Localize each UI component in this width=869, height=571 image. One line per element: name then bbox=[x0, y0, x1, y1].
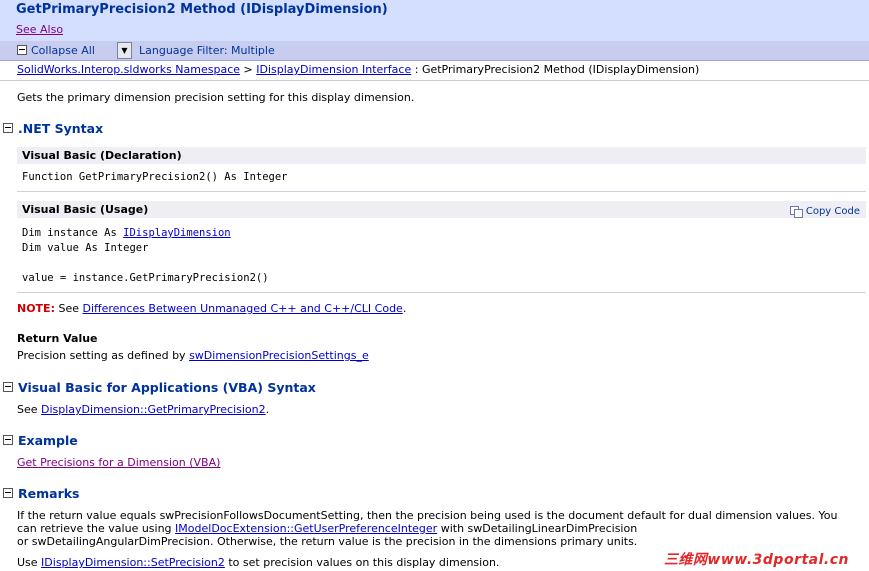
breadcrumb-interface-link[interactable]: IDisplayDimension Interface bbox=[256, 63, 411, 76]
precision-settings-link[interactable]: swDimensionPrecisionSettings_e bbox=[189, 349, 369, 362]
section-remarks[interactable]: Remarks bbox=[3, 486, 79, 501]
code-header-usage: Visual Basic (Usage) Copy Code bbox=[17, 201, 866, 218]
collapse-icon bbox=[17, 45, 27, 55]
differences-link[interactable]: Differences Between Unmanaged C++ and C+… bbox=[83, 302, 403, 315]
breadcrumb: SolidWorks.Interop.sldworks Namespace > … bbox=[17, 63, 699, 76]
code-text: Dim instance As bbox=[22, 227, 124, 239]
summary-text: Gets the primary dimension precision set… bbox=[17, 91, 415, 104]
set-precision-link[interactable]: IDisplayDimension::SetPrecision2 bbox=[41, 556, 225, 569]
page-title: GetPrimaryPrecision2 Method (IDisplayDim… bbox=[16, 2, 388, 17]
section-heading: Example bbox=[18, 433, 78, 448]
get-user-preference-link[interactable]: IModelDocExtension::GetUserPreferenceInt… bbox=[175, 522, 437, 535]
code-label: Visual Basic (Declaration) bbox=[22, 149, 182, 162]
section-example[interactable]: Example bbox=[3, 433, 78, 448]
collapse-all-label: Collapse All bbox=[31, 44, 95, 57]
note-suffix: . bbox=[402, 302, 407, 315]
breadcrumb-separator: > bbox=[243, 63, 253, 76]
chevron-down-icon: ▼ bbox=[121, 46, 128, 55]
return-value-prefix: Precision setting as defined by bbox=[17, 349, 190, 362]
collapse-icon bbox=[3, 435, 13, 445]
remarks-line: can retrieve the value using IModelDocEx… bbox=[17, 522, 869, 535]
section-net-syntax[interactable]: .NET Syntax bbox=[3, 121, 103, 136]
divider bbox=[0, 80, 869, 81]
remarks-text-part: to set precision values on this display … bbox=[224, 556, 500, 569]
divider bbox=[17, 191, 866, 192]
remarks-text: If the return value equals swPrecisionFo… bbox=[17, 509, 869, 548]
return-value-title: Return Value bbox=[17, 332, 98, 345]
section-heading: Remarks bbox=[18, 486, 80, 501]
breadcrumb-namespace-link[interactable]: SolidWorks.Interop.sldworks Namespace bbox=[17, 63, 240, 76]
collapse-icon bbox=[3, 123, 13, 133]
example-text: Get Precisions for a Dimension (VBA) bbox=[17, 456, 220, 469]
code-usage-line-1: Dim instance As IDisplayDimension bbox=[22, 226, 231, 241]
divider bbox=[17, 292, 866, 293]
breadcrumb-current: : GetPrimaryPrecision2 Method (IDisplayD… bbox=[414, 63, 700, 76]
copy-code-button[interactable]: Copy Code bbox=[789, 204, 860, 218]
code-usage-line-3: value = instance.GetPrimaryPrecision2() bbox=[22, 272, 269, 284]
note-label: NOTE: bbox=[17, 302, 55, 315]
note-text: See bbox=[54, 302, 83, 315]
title-bar: GetPrimaryPrecision2 Method (IDisplayDim… bbox=[0, 0, 869, 42]
language-filter-dropdown[interactable]: ▼ bbox=[117, 42, 132, 59]
idisplaydimension-link[interactable]: IDisplayDimension bbox=[123, 227, 230, 239]
collapse-icon bbox=[3, 382, 13, 392]
vba-suffix: . bbox=[265, 403, 270, 416]
note: NOTE: See Differences Between Unmanaged … bbox=[17, 302, 406, 315]
collapse-icon bbox=[3, 488, 13, 498]
section-vba-syntax[interactable]: Visual Basic for Applications (VBA) Synt… bbox=[3, 380, 316, 395]
code-usage-line-2: Dim value As Integer bbox=[22, 242, 149, 254]
section-heading: .NET Syntax bbox=[18, 121, 104, 136]
language-filter-label[interactable]: Language Filter: Multiple bbox=[139, 44, 275, 57]
return-value-text: Precision setting as defined by swDimens… bbox=[17, 349, 369, 362]
collapse-all-button[interactable]: Collapse All bbox=[17, 44, 95, 57]
remarks-line: If the return value equals swPrecisionFo… bbox=[17, 509, 838, 522]
code-header-declaration: Visual Basic (Declaration) bbox=[17, 147, 866, 164]
remarks-text-part: can retrieve the value using bbox=[17, 522, 176, 535]
copy-code-label: Copy Code bbox=[805, 206, 860, 217]
toolbar: Collapse All ▼ Language Filter: Multiple bbox=[0, 41, 869, 61]
section-heading: Visual Basic for Applications (VBA) Synt… bbox=[18, 380, 316, 395]
watermark: 三维网www.3dportal.cn bbox=[663, 552, 849, 568]
remarks-text-part: with swDetailingLinearDimPrecision bbox=[437, 522, 638, 535]
vba-prefix: See bbox=[17, 403, 42, 416]
code-label: Visual Basic (Usage) bbox=[22, 203, 149, 216]
remarks-use-text: Use IDisplayDimension::SetPrecision2 to … bbox=[17, 556, 499, 569]
code-declaration: Function GetPrimaryPrecision2() As Integ… bbox=[22, 171, 288, 183]
remarks-text-part: Use bbox=[17, 556, 42, 569]
remarks-line: or swDetailingAngularDimPrecision. Other… bbox=[17, 535, 638, 548]
example-link[interactable]: Get Precisions for a Dimension (VBA) bbox=[17, 456, 220, 469]
see-also-link[interactable]: See Also bbox=[16, 23, 63, 36]
vba-method-link[interactable]: DisplayDimension::GetPrimaryPrecision2 bbox=[41, 403, 266, 416]
copy-icon bbox=[789, 206, 803, 218]
vba-text: See DisplayDimension::GetPrimaryPrecisio… bbox=[17, 403, 269, 416]
